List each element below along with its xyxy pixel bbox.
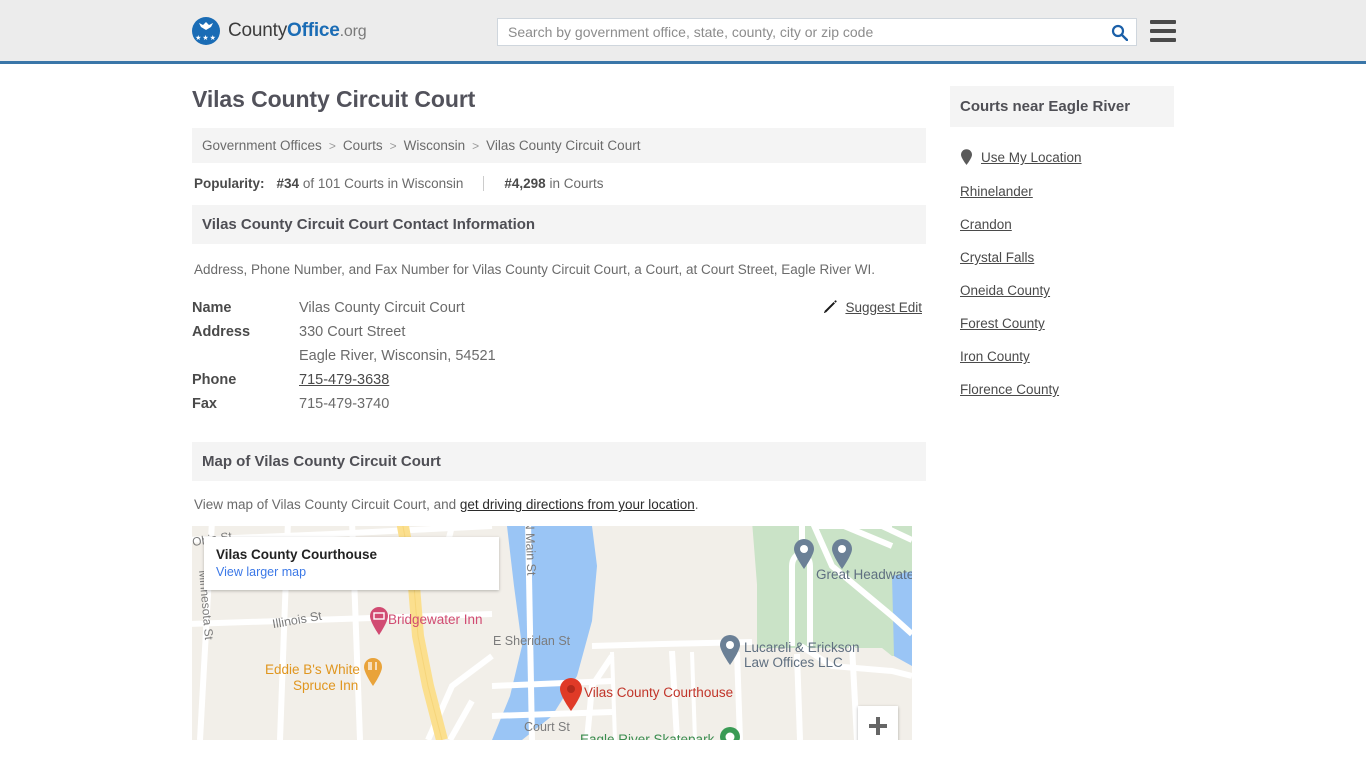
logo-wordmark: CountyOffice.org <box>228 19 367 42</box>
sidebar-item-label[interactable]: Oneida County <box>960 283 1050 298</box>
search-input[interactable] <box>498 19 1102 45</box>
breadcrumb-item-courts[interactable]: Courts <box>343 138 383 153</box>
suggest-edit-button[interactable]: Suggest Edit <box>822 299 922 315</box>
contact-section-description: Address, Phone Number, and Fax Number fo… <box>194 262 876 277</box>
stars-glyph: ★★★ <box>195 34 217 42</box>
search-bar[interactable] <box>497 18 1137 46</box>
courthouse-marker-icon <box>560 678 582 712</box>
breadcrumb-item-wisconsin[interactable]: Wisconsin <box>404 138 466 153</box>
site-logo[interactable]: ★★★ CountyOffice.org <box>192 0 367 63</box>
contact-value: 715-479-3740 <box>299 396 390 413</box>
lodging-pin-icon <box>370 607 388 636</box>
popularity-label: Popularity: <box>194 176 265 191</box>
sidebar-item-label[interactable]: Florence County <box>960 382 1059 397</box>
hamburger-bar <box>1150 29 1176 33</box>
map-card-title: Vilas County Courthouse <box>216 547 378 563</box>
sidebar-item-iron-county[interactable]: Iron County <box>950 340 1174 373</box>
sidebar-heading: Courts near Eagle River <box>950 86 1174 127</box>
contact-key: Name <box>192 300 232 317</box>
search-icon <box>1111 24 1128 41</box>
contact-row-address-line2: Eagle River, Wisconsin, 54521 <box>192 344 926 368</box>
contact-value: Vilas County Circuit Court <box>299 300 465 317</box>
popularity-overall-suffix: in Courts <box>549 176 604 191</box>
logo-part-office: Office <box>287 19 340 41</box>
contact-details: Suggest Edit Name Vilas County Circuit C… <box>192 294 926 416</box>
restaurant-pin-icon <box>364 658 382 687</box>
map-desc-prefix: View map of Vilas County Circuit Court, … <box>194 497 460 513</box>
search-button[interactable] <box>1102 19 1136 45</box>
sidebar-item-crandon[interactable]: Crandon <box>950 208 1174 241</box>
sidebar-item-rhinelander[interactable]: Rhinelander <box>950 175 1174 208</box>
breadcrumb-separator-icon: > <box>328 138 336 153</box>
site-header: ★★★ CountyOffice.org <box>0 0 1366 64</box>
popularity-state-suffix: of 101 Courts in Wisconsin <box>302 176 464 191</box>
map-pin-icon <box>961 149 972 165</box>
business-pin-icon <box>794 539 814 570</box>
sidebar-item-forest-county[interactable]: Forest County <box>950 307 1174 340</box>
popularity-overall-rank: #4,298 <box>504 176 546 191</box>
map-section-description: View map of Vilas County Circuit Court, … <box>192 481 926 526</box>
contact-value: Eagle River, Wisconsin, 54521 <box>299 348 496 365</box>
contact-section-heading: Vilas County Circuit Court Contact Infor… <box>192 205 926 244</box>
hamburger-menu-icon[interactable] <box>1150 20 1176 42</box>
popularity-state-rank: #34 <box>276 176 300 191</box>
sidebar-item-crystal-falls[interactable]: Crystal Falls <box>950 241 1174 274</box>
contact-value: 330 Court Street <box>299 324 406 341</box>
sidebar-item-label[interactable]: Use My Location <box>981 150 1082 165</box>
business-pin-icon <box>832 539 852 570</box>
sidebar-item-use-my-location[interactable]: Use My Location <box>950 140 1174 175</box>
phone-link[interactable]: 715-479-3638 <box>299 372 389 388</box>
map-desc-suffix: . <box>694 497 699 513</box>
breadcrumb: Government Offices > Courts > Wisconsin … <box>192 128 926 163</box>
breadcrumb-separator-icon: > <box>472 138 480 153</box>
page-title: Vilas County Circuit Court <box>192 86 476 112</box>
sidebar-item-label[interactable]: Forest County <box>960 316 1045 331</box>
contact-row-fax: Fax 715-479-3740 <box>192 392 926 416</box>
contact-value: 715-479-3638 <box>299 372 389 388</box>
logo-part-county: County <box>228 19 288 41</box>
logo-part-org: .org <box>339 22 367 40</box>
breadcrumb-item-government-offices[interactable]: Government Offices <box>202 138 322 153</box>
map-section: Map of Vilas County Circuit Court View m… <box>192 442 926 741</box>
map-info-card[interactable]: Vilas County Courthouse View larger map <box>204 537 499 591</box>
hamburger-bar <box>1150 38 1176 42</box>
content-columns: Vilas County Circuit Court Government Of… <box>192 64 1174 741</box>
view-larger-map-link[interactable]: View larger map <box>216 565 487 579</box>
contact-row-name: Name Vilas County Circuit Court <box>192 296 926 320</box>
page-body: Vilas County Circuit Court Government Of… <box>0 64 1366 741</box>
contact-key: Address <box>192 324 251 341</box>
main-column: Vilas County Circuit Court Government Of… <box>192 86 926 741</box>
suggest-edit-label: Suggest Edit <box>845 299 922 315</box>
contact-row-address: Address 330 Court Street <box>192 320 926 344</box>
eagle-glyph <box>199 21 213 30</box>
driving-directions-link[interactable]: get driving directions from your locatio… <box>460 497 695 512</box>
map-zoom-in-button[interactable] <box>858 706 898 741</box>
sidebar-item-label[interactable]: Crandon <box>960 217 1012 232</box>
sidebar-item-label[interactable]: Rhinelander <box>960 184 1033 199</box>
popularity-row: Popularity: #34 of 101 Courts in Wiscons… <box>192 163 926 205</box>
eagle-seal-icon: ★★★ <box>192 16 220 45</box>
sidebar-list: Use My Location Rhinelander Crandon Crys… <box>950 127 1174 406</box>
park-pin-icon <box>720 727 740 741</box>
map-section-heading: Map of Vilas County Circuit Court <box>192 442 926 482</box>
contact-row-phone: Phone 715-479-3638 <box>192 368 926 392</box>
contact-key: Phone <box>192 372 237 389</box>
sidebar-item-label[interactable]: Crystal Falls <box>960 250 1034 265</box>
sidebar: Courts near Eagle River Use My Location … <box>950 86 1174 740</box>
edit-pencil-icon <box>824 300 838 314</box>
sidebar-item-florence-county[interactable]: Florence County <box>950 373 1174 406</box>
plus-icon <box>869 717 887 736</box>
sidebar-item-oneida-county[interactable]: Oneida County <box>950 274 1174 307</box>
contact-key: Fax <box>192 396 217 413</box>
map-canvas[interactable]: Ohio St Minnesota St Illinois St N Main … <box>192 526 912 741</box>
popularity-divider <box>483 176 485 191</box>
breadcrumb-item-current[interactable]: Vilas County Circuit Court <box>486 138 640 153</box>
business-pin-icon <box>720 635 740 666</box>
hamburger-bar <box>1150 20 1176 24</box>
breadcrumb-separator-icon: > <box>389 138 397 153</box>
sidebar-item-label[interactable]: Iron County <box>960 349 1030 364</box>
